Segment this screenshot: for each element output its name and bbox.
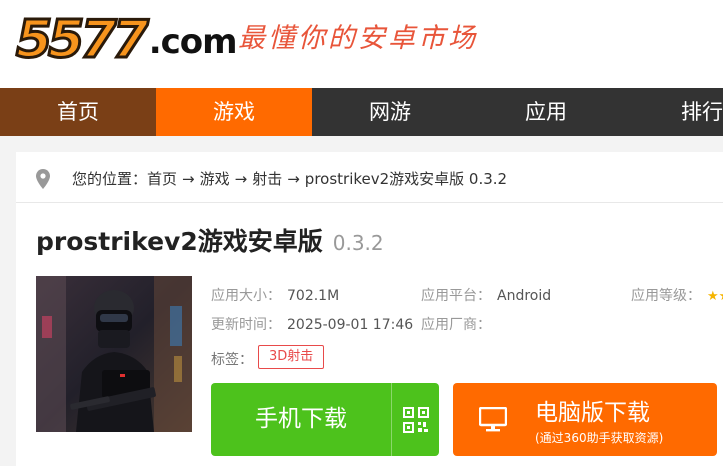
nav-item-rankings[interactable]: 排行 [624,88,723,136]
info-size: 应用大小： 702.1M [211,285,339,305]
size-label: 应用大小： [211,288,281,304]
breadcrumb-separator: → [287,169,300,188]
rating-stars: ★★ [707,289,723,304]
nav-item-online-games[interactable]: 网游 [312,88,468,136]
platform-label: 应用平台： [421,288,491,304]
monitor-icon [479,407,507,432]
vendor-label: 应用厂商： [421,317,491,333]
breadcrumb-games-link[interactable]: 游戏 [200,168,230,189]
info-rating: 应用等级： ★★ [631,285,723,305]
breadcrumb-home-link[interactable]: 首页 [147,168,177,189]
nav-item-apps[interactable]: 应用 [468,88,624,136]
breadcrumb-separator: → [182,169,195,188]
nav-item-games[interactable]: 游戏 [156,88,312,136]
info-updated: 更新时间： 2025-09-01 17:46 [211,314,413,334]
updated-value: 2025-09-01 17:46 [287,317,414,333]
app-title-row: prostrikev2游戏安卓版 0.3.2 [36,222,384,258]
site-logo[interactable]: 5577 .com [15,10,238,70]
rating-label: 应用等级： [631,288,701,304]
breadcrumb-prefix: 您的位置： [72,170,148,188]
info-platform: 应用平台： Android [421,285,551,305]
updated-label: 更新时间： [211,317,281,333]
nav-item-home[interactable]: 首页 [0,88,156,136]
breadcrumb: 您的位置： 首页 → 游戏 → 射击 → prostrikev2游戏安卓版 0.… [16,155,723,203]
breadcrumb-shooter-link[interactable]: 射击 [252,168,282,189]
pc-download-label: 电脑版下载 [535,400,650,426]
platform-value: Android [497,288,552,304]
site-header: 5577 .com 最懂你的安卓市场 [0,0,723,88]
app-version: 0.3.2 [332,231,384,255]
tag-3d-shooter[interactable]: 3D射击 [258,345,325,369]
location-pin-icon [36,168,50,189]
logo-domain: .com [148,22,238,62]
info-vendor: 应用厂商： [421,314,497,334]
size-value: 702.1M [287,288,340,304]
pc-download-button[interactable]: 电脑版下载 (通过360助手获取资源) [453,383,717,456]
mobile-download-label: 手机下载 [255,406,347,432]
main-nav: 首页 游戏 网游 应用 排行 [0,88,723,136]
mobile-download-button[interactable]: 手机下载 [211,383,439,456]
tags-label: 标签： [211,352,253,368]
logo-digits: 5577 [15,10,151,70]
breadcrumb-separator: → [234,169,248,188]
breadcrumb-current: prostrikev2游戏安卓版 0.3.2 [304,170,508,188]
info-tags: 标签： [211,349,253,369]
site-slogan: 最懂你的安卓市场 [238,23,478,54]
pc-download-subtitle: (通过360助手获取资源) [535,431,664,445]
app-title: prostrikev2游戏安卓版 [36,227,323,256]
app-thumbnail [36,276,192,432]
qr-code-icon[interactable] [391,383,439,456]
